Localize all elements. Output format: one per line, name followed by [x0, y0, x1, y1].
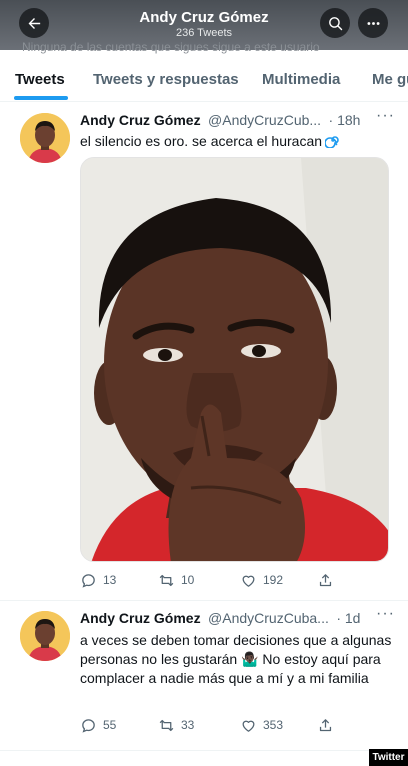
share-button[interactable]	[317, 570, 340, 590]
reply-icon	[82, 573, 95, 588]
search-icon	[328, 16, 342, 30]
tweet-time[interactable]: · 1d	[336, 610, 360, 626]
tab-tweets[interactable]: Tweets	[15, 71, 65, 88]
heart-icon	[242, 575, 255, 587]
more-options-button[interactable]	[358, 8, 388, 38]
reply-icon	[82, 718, 95, 733]
tweet-actions: 55 33 353	[80, 715, 380, 735]
retweet-icon	[159, 574, 174, 586]
retweet-button[interactable]: 33	[158, 715, 194, 735]
author-name[interactable]: Andy Cruz Gómez	[80, 610, 201, 626]
tweet-media-photo[interactable]	[80, 157, 389, 562]
tweet-header: Andy Cruz Gómez @AndyCruzCub... · 18h ··…	[80, 112, 395, 132]
profile-header: Andy Cruz Gómez 236 Tweets Ninguna de la…	[0, 0, 408, 54]
like-count: 192	[263, 573, 284, 587]
like-button[interactable]: 192	[240, 570, 283, 590]
author-name[interactable]: Andy Cruz Gómez	[80, 112, 201, 128]
cyclone-emoji-icon	[325, 136, 339, 148]
tab-tweets-and-replies[interactable]: Tweets y respuestas	[93, 71, 239, 88]
tweet-more-icon[interactable]: ···	[376, 112, 395, 125]
share-icon	[319, 573, 332, 586]
tweet-text: el silencio es oro. se acerca el huracan	[80, 132, 380, 151]
tweet-header: Andy Cruz Gómez @AndyCruzCuba... · 1d ··…	[80, 610, 395, 630]
profile-tabs: Tweets Tweets y respuestas Multimedia Me…	[0, 50, 408, 102]
reply-button[interactable]: 13	[80, 570, 116, 590]
tweet-actions: 13 10 192	[80, 570, 380, 590]
heart-icon	[242, 720, 255, 732]
tweet-time[interactable]: · 18h	[329, 112, 361, 128]
retweet-button[interactable]: 10	[158, 570, 194, 590]
tab-likes[interactable]: Me gusta	[372, 71, 408, 88]
tweet-text: a veces se deben tomar decisiones que a …	[80, 632, 392, 686]
like-count: 353	[263, 718, 284, 732]
author-handle[interactable]: @AndyCruzCuba...	[208, 610, 329, 626]
author-handle[interactable]: @AndyCruzCub...	[208, 112, 321, 128]
retweet-icon	[159, 719, 174, 731]
tweet[interactable]: Andy Cruz Gómez @AndyCruzCub... · 18h ··…	[0, 103, 408, 601]
avatar[interactable]	[20, 113, 70, 163]
avatar[interactable]	[20, 611, 70, 661]
tweet-more-icon[interactable]: ···	[376, 610, 395, 623]
reply-count: 13	[103, 573, 117, 587]
tweet[interactable]: Andy Cruz Gómez @AndyCruzCuba... · 1d ··…	[0, 601, 408, 751]
tweet-text-content: el silencio es oro. se acerca el huracan	[80, 133, 323, 149]
retweet-count: 33	[181, 718, 195, 732]
reply-count: 55	[103, 718, 117, 732]
like-button[interactable]: 353	[240, 715, 283, 735]
tab-media[interactable]: Multimedia	[262, 71, 340, 88]
more-horizontal-icon	[366, 21, 380, 25]
twitter-watermark: Twitter	[369, 749, 408, 766]
active-tab-indicator	[14, 96, 68, 100]
search-button[interactable]	[320, 8, 350, 38]
reply-button[interactable]: 55	[80, 715, 116, 735]
retweet-count: 10	[181, 573, 195, 587]
share-button[interactable]	[317, 715, 340, 735]
share-icon	[319, 718, 332, 731]
